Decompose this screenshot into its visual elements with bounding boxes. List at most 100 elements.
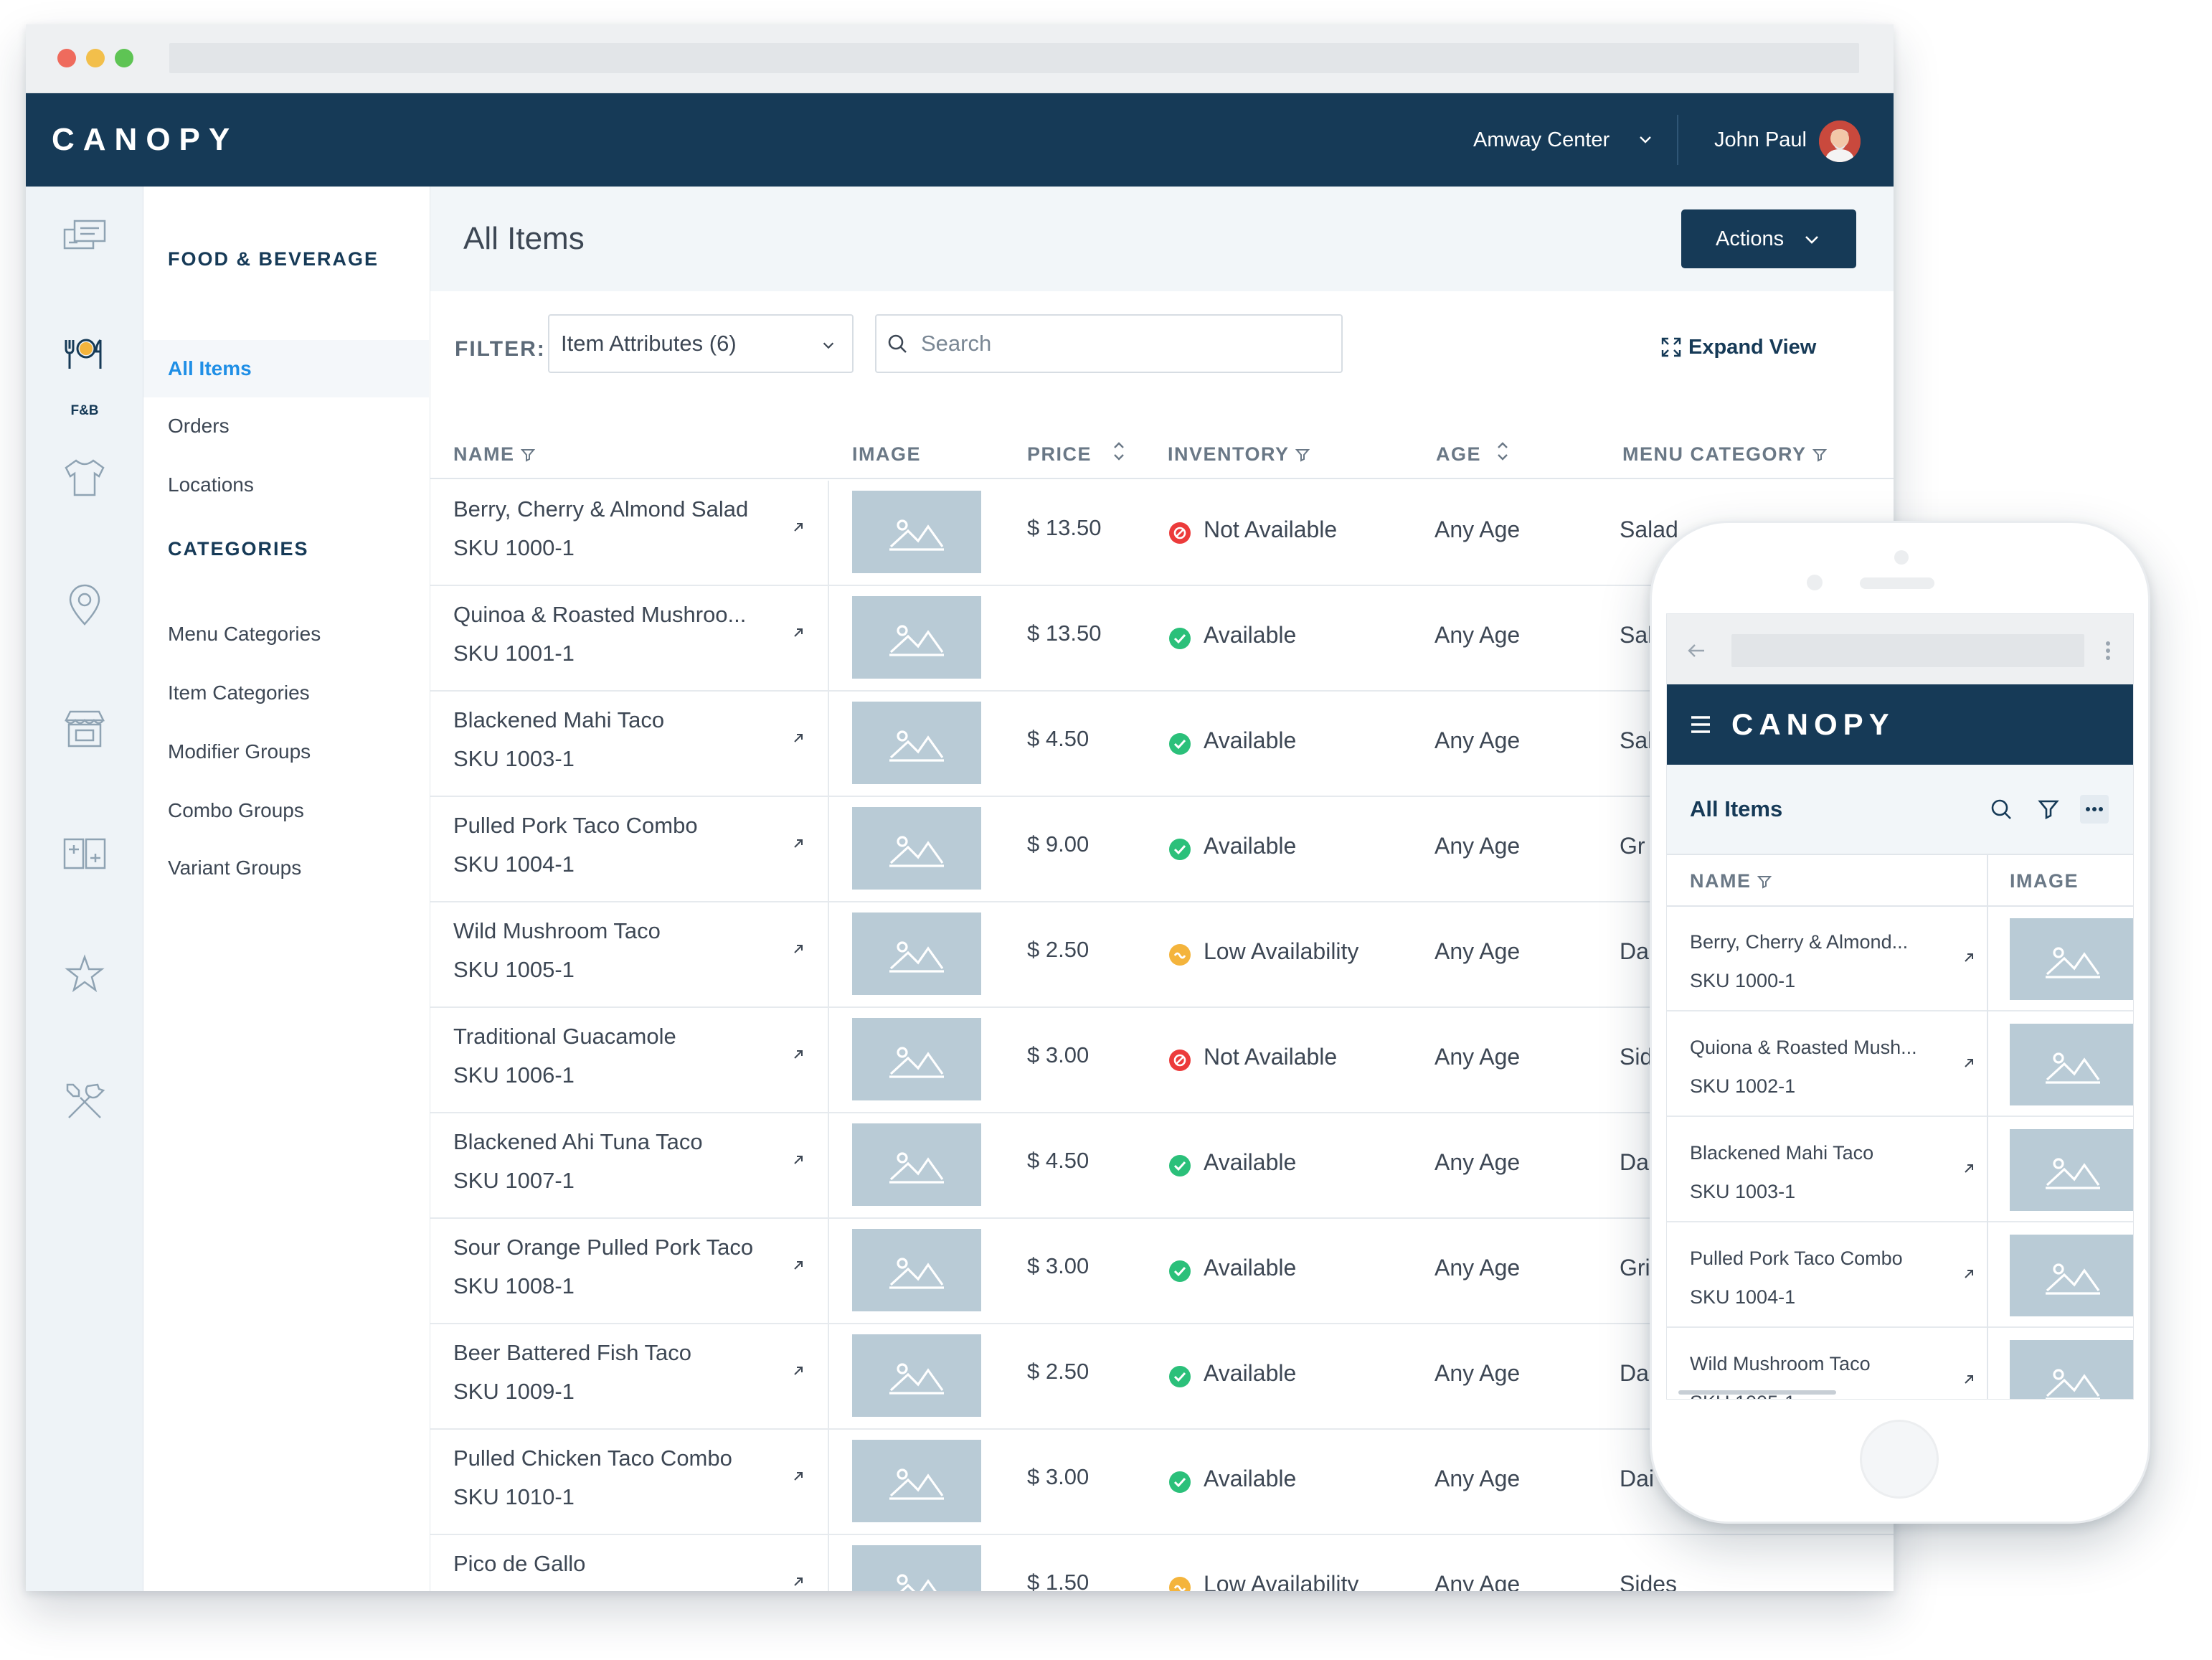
mobile-item-name[interactable]: Wild Mushroom Taco — [1690, 1353, 1948, 1375]
item-image-placeholder[interactable] — [852, 1229, 981, 1311]
mobile-list-item[interactable]: Quiona & Roasted Mush... SKU 1002-1 — [1667, 1012, 2133, 1117]
location-pin-icon[interactable] — [59, 580, 110, 631]
open-item-arrow-icon[interactable] — [792, 1470, 805, 1486]
search-field[interactable] — [875, 314, 1343, 373]
hamburger-menu-icon[interactable] — [1690, 715, 1711, 735]
mobile-list-item[interactable]: Blackened Mahi Taco SKU 1003-1 — [1667, 1118, 2133, 1222]
name-cell[interactable]: Pulled Chicken Taco Combo SKU 1010-1 — [430, 1430, 829, 1534]
more-vertical-icon[interactable] — [2104, 640, 2112, 661]
column-header-menu-category[interactable]: MENU CATEGORY — [1622, 429, 1827, 479]
home-button[interactable] — [1860, 1420, 1939, 1499]
tools-icon[interactable] — [59, 1076, 110, 1128]
open-item-arrow-icon[interactable] — [792, 1048, 805, 1065]
store-icon[interactable] — [59, 703, 110, 755]
item-name[interactable]: Blackened Ahi Tuna Taco — [453, 1129, 790, 1155]
name-cell[interactable]: Wild Mushroom Taco SKU 1005-1 — [430, 902, 829, 1006]
subnav-item-locations[interactable]: Locations — [143, 456, 429, 514]
column-header-price[interactable]: PRICE — [1027, 429, 1128, 479]
open-item-arrow-icon[interactable] — [792, 1259, 805, 1275]
open-item-arrow-icon[interactable] — [1962, 1268, 1975, 1284]
item-name[interactable]: Quinoa & Roasted Mushroo... — [453, 602, 790, 628]
mobile-item-image-placeholder[interactable] — [2010, 1129, 2133, 1211]
mobile-item-name[interactable]: Pulled Pork Taco Combo — [1690, 1248, 1948, 1270]
mobile-list-item[interactable]: Berry, Cherry & Almond... SKU 1000-1 — [1667, 907, 2133, 1011]
mobile-app-logo[interactable]: CANOPY — [1731, 684, 1895, 765]
item-image-placeholder[interactable] — [852, 1334, 981, 1417]
subnav-item-combo-groups[interactable]: Combo Groups — [143, 782, 429, 839]
open-item-arrow-icon[interactable] — [1962, 1162, 1975, 1179]
item-name[interactable]: Beer Battered Fish Taco — [453, 1340, 790, 1366]
item-name[interactable]: Sour Orange Pulled Pork Taco — [453, 1235, 790, 1260]
item-name[interactable]: Pico de Gallo — [453, 1551, 790, 1577]
mobile-list-item[interactable]: Wild Mushroom TacoSKU 1005-1 — [1667, 1329, 2133, 1399]
mobile-item-image-placeholder[interactable] — [2010, 1024, 2133, 1105]
item-image-placeholder[interactable] — [852, 491, 981, 573]
app-logo[interactable]: CANOPY — [52, 93, 238, 187]
name-cell[interactable]: Blackened Mahi Taco SKU 1003-1 — [430, 692, 829, 796]
more-horizontal-icon[interactable] — [2080, 795, 2109, 824]
column-header-name[interactable]: NAME — [453, 429, 535, 479]
mobile-item-name[interactable]: Blackened Mahi Taco — [1690, 1142, 1948, 1164]
subnav-item-menu-categories[interactable]: Menu Categories — [143, 605, 429, 663]
user-name[interactable]: John Paul — [1714, 93, 1807, 187]
item-name[interactable]: Wild Mushroom Taco — [453, 918, 790, 944]
item-image-placeholder[interactable] — [852, 1545, 981, 1591]
subnav-item-item-categories[interactable]: Item Categories — [143, 664, 429, 722]
item-attributes-select[interactable]: Item Attributes (6) — [548, 314, 854, 373]
food-beverage-icon[interactable] — [59, 327, 110, 379]
open-item-arrow-icon[interactable] — [1962, 1057, 1975, 1073]
open-item-arrow-icon[interactable] — [792, 837, 805, 854]
back-arrow-icon[interactable] — [1686, 640, 1707, 661]
item-image-placeholder[interactable] — [852, 807, 981, 890]
tickets-icon[interactable] — [59, 212, 110, 264]
chevron-down-icon[interactable] — [1637, 131, 1654, 148]
open-item-arrow-icon[interactable] — [792, 521, 805, 537]
item-image-placeholder[interactable] — [852, 1123, 981, 1206]
item-image-placeholder[interactable] — [852, 1018, 981, 1100]
mobile-list-item[interactable]: Pulled Pork Taco Combo SKU 1004-1 — [1667, 1223, 2133, 1328]
item-image-placeholder[interactable] — [852, 702, 981, 784]
address-bar[interactable] — [169, 43, 1859, 73]
name-cell[interactable]: Sour Orange Pulled Pork Taco SKU 1008-1 — [430, 1219, 829, 1323]
name-cell[interactable]: Berry, Cherry & Almond Salad SKU 1000-1 — [430, 481, 829, 585]
item-image-placeholder[interactable] — [852, 596, 981, 679]
filter-icon[interactable] — [2034, 795, 2063, 824]
open-item-arrow-icon[interactable] — [792, 1154, 805, 1170]
name-cell[interactable]: Pico de Gallo SKU 1011-1 — [430, 1535, 829, 1591]
open-item-arrow-icon[interactable] — [792, 943, 805, 959]
item-image-placeholder[interactable] — [852, 912, 981, 995]
item-name[interactable]: Traditional Guacamole — [453, 1024, 790, 1050]
subnav-item-variant-groups[interactable]: Variant Groups — [143, 839, 429, 897]
column-header-inventory[interactable]: INVENTORY — [1168, 429, 1310, 479]
subnav-item-modifier-groups[interactable]: Modifier Groups — [143, 723, 429, 781]
open-item-arrow-icon[interactable] — [1962, 1373, 1975, 1390]
mobile-item-image-placeholder[interactable] — [2010, 1340, 2133, 1399]
search-input[interactable] — [921, 323, 1330, 364]
shirt-icon[interactable] — [59, 452, 110, 504]
name-cell[interactable]: Quinoa & Roasted Mushroo... SKU 1001-1 — [430, 586, 829, 690]
item-image-placeholder[interactable] — [852, 1440, 981, 1522]
item-name[interactable]: Pulled Pork Taco Combo — [453, 813, 790, 839]
open-item-arrow-icon[interactable] — [792, 1575, 805, 1591]
actions-button[interactable]: Actions — [1681, 209, 1856, 268]
item-name[interactable]: Pulled Chicken Taco Combo — [453, 1446, 790, 1471]
item-name[interactable]: Blackened Mahi Taco — [453, 707, 790, 733]
grid-icon[interactable] — [59, 828, 110, 879]
name-cell[interactable]: Beer Battered Fish Taco SKU 1009-1 — [430, 1324, 829, 1428]
mobile-item-name[interactable]: Quiona & Roasted Mush... — [1690, 1037, 1948, 1059]
mobile-address-bar[interactable] — [1731, 634, 2084, 667]
open-item-arrow-icon[interactable] — [792, 1364, 805, 1381]
maximize-window-button[interactable] — [115, 49, 133, 67]
subnav-item-orders[interactable]: Orders — [143, 397, 429, 455]
name-cell[interactable]: Traditional Guacamole SKU 1006-1 — [430, 1008, 829, 1112]
mobile-item-image-placeholder[interactable] — [2010, 1235, 2133, 1316]
open-item-arrow-icon[interactable] — [1962, 951, 1975, 968]
name-cell[interactable]: Pulled Pork Taco Combo SKU 1004-1 — [430, 797, 829, 901]
mobile-scrollbar[interactable] — [1678, 1390, 1836, 1395]
expand-view-button[interactable]: Expand View — [1661, 336, 1816, 359]
mobile-column-header-name[interactable]: NAME — [1690, 855, 1772, 907]
column-header-age[interactable]: AGE — [1436, 429, 1511, 479]
star-icon[interactable] — [59, 948, 110, 1000]
close-window-button[interactable] — [57, 49, 76, 67]
avatar[interactable] — [1819, 121, 1861, 162]
